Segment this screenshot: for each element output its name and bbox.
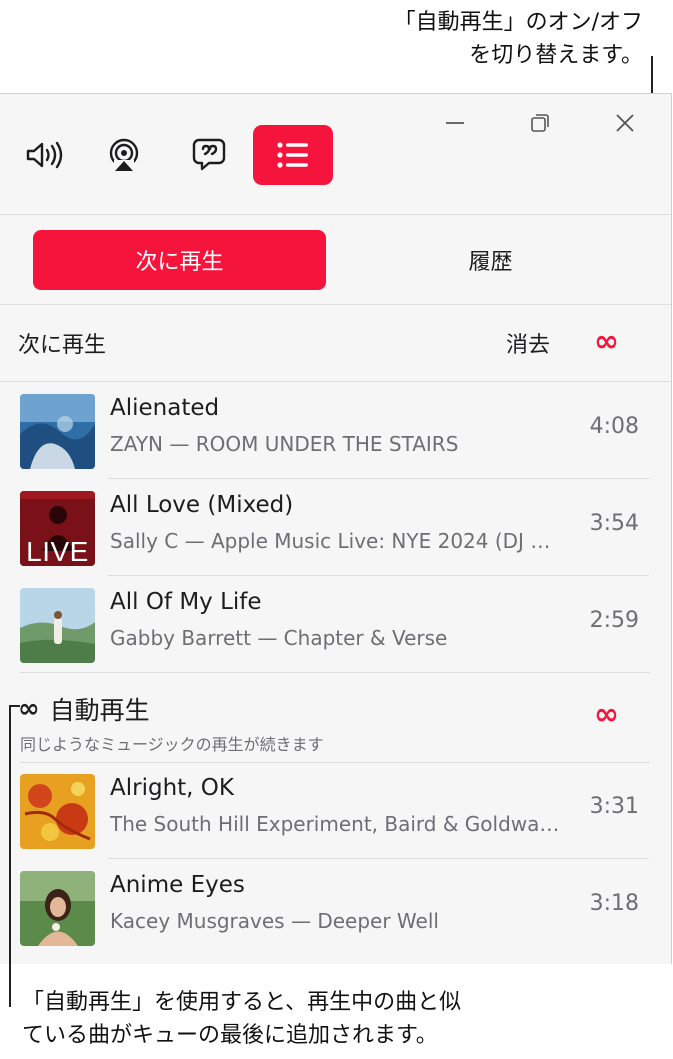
- track-title: Alienated: [110, 395, 220, 421]
- autoplay-toggle-icon[interactable]: ∞: [594, 700, 619, 730]
- queue-track-row[interactable]: LIVE All Love (Mixed) Sally C — Apple Mu…: [0, 479, 671, 576]
- track-title: Alright, OK: [110, 775, 234, 801]
- callout-top-line1: 「自動再生」のオン/オフ: [393, 10, 643, 35]
- track-duration: 3:54: [589, 511, 639, 536]
- autoplay-toggle-icon[interactable]: ∞: [594, 327, 619, 357]
- artwork-live-label: LIVE: [26, 536, 89, 566]
- track-subtitle: Kacey Musgraves — Deeper Well: [110, 909, 439, 933]
- divider: [0, 214, 671, 215]
- autoplay-title: 自動再生: [49, 696, 150, 725]
- playing-next-panel: 次に再生 履歴 次に再生 消去 ∞ Alienated ZAYN — ROOM …: [0, 93, 672, 964]
- toolbar: [0, 94, 671, 214]
- callout-bottom-line2: ている曲がキューの最後に追加されます。: [22, 1023, 438, 1048]
- track-title: All Of My Life: [110, 589, 262, 615]
- airplay-icon[interactable]: [101, 132, 147, 178]
- divider: [0, 304, 671, 305]
- queue-track-row[interactable]: All Of My Life Gabby Barrett — Chapter &…: [0, 576, 671, 673]
- autoplay-heading: ∞ 自動再生: [18, 691, 150, 727]
- autoplay-explanation-callout: 「自動再生」を使用すると、再生中の曲と似 ている曲がキューの最後に追加されます。: [22, 986, 662, 1052]
- album-artwork: [20, 588, 95, 663]
- track-subtitle: Gabby Barrett — Chapter & Verse: [110, 626, 448, 650]
- clear-button[interactable]: 消去: [506, 327, 550, 359]
- track-title: All Love (Mixed): [110, 492, 294, 518]
- callout-top-line2: を切り替えます。: [469, 43, 643, 68]
- close-button[interactable]: [610, 108, 640, 138]
- track-duration: 3:18: [589, 891, 639, 916]
- queue-track-row[interactable]: Alienated ZAYN — ROOM UNDER THE STAIRS 4…: [0, 382, 671, 479]
- up-next-heading: 次に再生: [18, 333, 107, 358]
- callout-bottom-leader: [9, 705, 11, 1007]
- autoplay-description: 同じようなミュージックの再生が続きます: [20, 735, 324, 754]
- track-subtitle: The South Hill Experiment, Baird & Goldw…: [110, 812, 565, 836]
- lyrics-icon[interactable]: [186, 131, 232, 177]
- autoplay-toggle-callout: 「自動再生」のオン/オフ を切り替えます。: [243, 6, 643, 72]
- track-duration: 2:59: [589, 608, 639, 633]
- track-title: Anime Eyes: [110, 872, 245, 898]
- autoplay-track-row[interactable]: Anime Eyes Kacey Musgraves — Deeper Well…: [0, 859, 671, 956]
- track-subtitle: ZAYN — ROOM UNDER THE STAIRS: [110, 432, 459, 456]
- album-artwork: [20, 871, 95, 946]
- tab-history[interactable]: 履歴: [344, 230, 637, 290]
- track-duration: 3:31: [589, 794, 639, 819]
- divider: [20, 672, 650, 673]
- callout-bottom-line1: 「自動再生」を使用すると、再生中の曲と似: [22, 990, 462, 1015]
- album-artwork: LIVE: [20, 491, 95, 566]
- list-icon: [277, 142, 308, 168]
- speaker-icon[interactable]: [20, 132, 66, 178]
- album-artwork: [20, 774, 95, 849]
- playing-next-button[interactable]: [253, 125, 333, 185]
- tab-up-next[interactable]: 次に再生: [33, 230, 326, 290]
- track-subtitle: Sally C — Apple Music Live: NYE 2024 (DJ…: [110, 529, 565, 553]
- minimize-button[interactable]: [440, 108, 470, 138]
- autoplay-symbol: ∞: [18, 694, 40, 724]
- callout-bottom-leader-tick: [9, 705, 20, 707]
- album-artwork: [20, 394, 95, 469]
- restore-button[interactable]: [525, 108, 555, 138]
- track-duration: 4:08: [589, 414, 639, 439]
- autoplay-track-row[interactable]: Alright, OK The South Hill Experiment, B…: [0, 762, 671, 859]
